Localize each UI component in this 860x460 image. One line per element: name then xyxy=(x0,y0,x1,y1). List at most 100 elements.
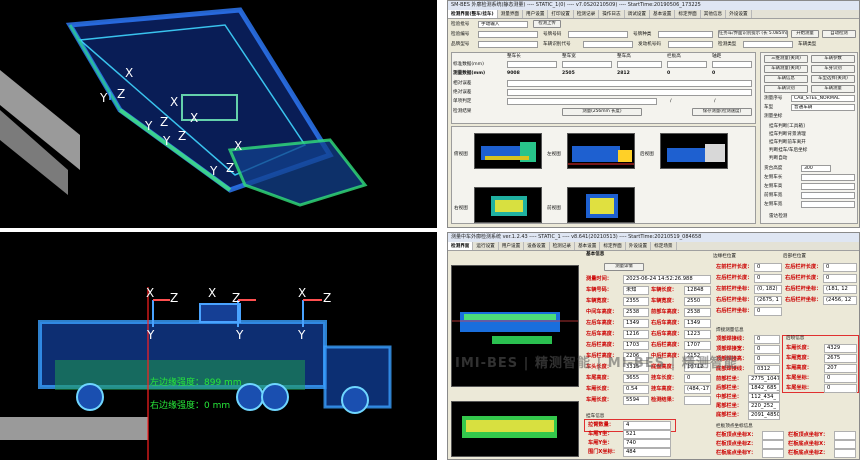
rear-rail-value: 0 xyxy=(823,274,857,283)
body-identify-button[interactable]: 车身识别 xyxy=(811,65,855,73)
tab-detect[interactable]: 检测界面 xyxy=(448,242,474,250)
auto-detect-button[interactable]: 自动检测 xyxy=(822,30,856,38)
side-height-field[interactable] xyxy=(801,183,855,190)
tab-peripheral[interactable]: 外设设置 xyxy=(626,242,652,250)
tab-basic[interactable]: 基本设置 xyxy=(650,10,676,18)
row-label-result: 检测结果 xyxy=(453,109,472,114)
thumb-label-top: 俯视图 xyxy=(454,152,468,157)
row-key: 中间车高度： xyxy=(586,309,618,315)
tab-debug[interactable]: 调试设置 xyxy=(625,10,650,18)
tab-scene[interactable]: 标定场景 xyxy=(651,242,677,250)
screenshot-collage: X Y Z X Y Z X Y Z X Y Z X Z Y X Z Y X Z … xyxy=(0,0,860,460)
row-key: 车尾高度： xyxy=(586,375,612,381)
save-measure-button[interactable]: 保存测量(检测速度) xyxy=(692,108,752,116)
tab-measure[interactable]: 测量界面 xyxy=(498,10,524,18)
rear-spray-key: 车尾坐标： xyxy=(786,385,812,391)
measure-detail-button[interactable]: 测量详情 xyxy=(604,263,644,271)
checkbox-1[interactable]: 挂车判断[工具箱] xyxy=(769,123,805,130)
left-edge-readout: 左边缘强度：899 mm xyxy=(150,376,242,388)
model-select-button[interactable]: 车型选择(关闭) xyxy=(811,75,855,83)
checkbox-2[interactable]: 挂车判断背景清理 xyxy=(769,131,806,138)
cell xyxy=(712,61,752,68)
start-measure-button[interactable]: 开始测量 xyxy=(791,30,819,38)
engine-field[interactable] xyxy=(668,41,713,48)
side-len-field[interactable] xyxy=(801,174,855,181)
measure-length-button[interactable]: 测量(256mm 长度) xyxy=(562,108,642,116)
trailer-key: 车厢Y坐： xyxy=(588,431,613,437)
vehicle-identify-button[interactable]: 任务车/界面识别提示 (长 5.085m) xyxy=(718,30,788,38)
pointcloud-side-view[interactable]: X Z Y X Z Y X Z Y 左边缘强度：899 mm 右边缘强度：0 m… xyxy=(0,232,437,460)
thumb-front-view[interactable] xyxy=(567,187,635,223)
checkbox-3[interactable]: 挂车判断前车离开 xyxy=(769,139,806,146)
rear-spray-key: 车厢高度： xyxy=(786,365,812,371)
brand-field[interactable] xyxy=(478,41,538,48)
tab-print[interactable]: 打印设置 xyxy=(548,10,574,18)
axis-x-label: X xyxy=(298,286,306,300)
thumb-label-rear: 后视图 xyxy=(640,152,654,157)
measure-no-label: 测量序号 xyxy=(764,96,783,101)
inspection-no-field[interactable] xyxy=(478,31,538,38)
model-field[interactable]: CAB_STEE_NORMAL xyxy=(791,95,855,102)
vin-label: 车辆识别代号 xyxy=(543,42,571,47)
plate-type-field[interactable] xyxy=(658,31,713,38)
pointcloud-perspective-view[interactable]: X Y Z X Y Z X Y Z X Y Z xyxy=(0,0,437,228)
edge-rail-header: 边缘栏位置 xyxy=(713,254,736,259)
tab-detection[interactable]: 检测界面(整车/挂车) xyxy=(448,10,498,18)
edge-rail-key: 左后栏杆长度： xyxy=(716,275,753,281)
detect-type-field[interactable] xyxy=(743,41,793,48)
rail-vertex-key: 栏板顶点坐标Z： xyxy=(716,441,757,447)
row-label-measured: 测量数据(mm) xyxy=(453,71,486,76)
rear-rail-key: 右后栏杆坐标： xyxy=(785,297,822,303)
thumb-right-view[interactable] xyxy=(474,187,542,223)
tab-user[interactable]: 用户设置 xyxy=(523,10,549,18)
tab-records[interactable]: 检测记录 xyxy=(574,10,600,18)
rear-rail-key: 右后栏杆长度： xyxy=(785,275,822,281)
tab-calibrate[interactable]: 标定界面 xyxy=(675,10,701,18)
upload-button[interactable]: 检测上传 xyxy=(533,20,561,28)
vin-field[interactable] xyxy=(583,41,633,48)
checkbox-5[interactable]: 判断自动 xyxy=(769,155,787,162)
thumb-left-view[interactable] xyxy=(567,133,635,169)
plate-no-field[interactable] xyxy=(568,31,628,38)
tab-device[interactable]: 设备设置 xyxy=(524,242,550,250)
row-key-2: 右后车高度： xyxy=(651,331,683,337)
detection-content: 检验批号 手动输入 检测上传 检验编号 号牌号码 号牌种类 任务车/界面识别提示… xyxy=(448,19,859,227)
vehicle-measure-button[interactable]: 车辆测量(关闭) xyxy=(764,65,808,73)
3d-measure-button[interactable]: 三维测量(关闭) xyxy=(764,55,808,63)
tab-record[interactable]: 检测记录 xyxy=(550,242,575,250)
tab-log[interactable]: 操作日志 xyxy=(599,10,625,18)
weld-value: 0 xyxy=(754,355,780,364)
trailer-value: 740 xyxy=(623,439,671,448)
weld-value: 0312 xyxy=(754,365,780,374)
checkbox-6[interactable]: 雷达检测 xyxy=(769,213,787,220)
tab-user[interactable]: 用户设置 xyxy=(499,242,525,250)
type-select[interactable]: 普通车辆 xyxy=(791,104,855,111)
row-key: 车辆宽度： xyxy=(586,298,612,304)
vehicle-params-button[interactable]: 车辆参数 xyxy=(811,55,855,63)
row-value: 2355 xyxy=(623,297,649,306)
batch-select[interactable]: 手动输入 xyxy=(478,21,528,28)
vehicle-info-button[interactable]: 车辆信息 xyxy=(764,75,808,83)
basic-info-title: 基本信息 xyxy=(586,252,605,257)
deck-height-field[interactable]: 300 xyxy=(801,165,831,172)
left-width-field[interactable] xyxy=(801,201,855,208)
rail-vertex-value xyxy=(834,440,856,449)
plate-type-label: 号牌种类 xyxy=(633,32,652,37)
thumb-rear-view[interactable] xyxy=(660,133,728,169)
axis-x-label: X xyxy=(208,286,216,300)
checkbox-4[interactable]: 判断挂车/车后坐标 xyxy=(769,147,807,154)
preview-bottom[interactable] xyxy=(451,401,579,457)
coord-label: 测量坐标 xyxy=(764,114,783,119)
tab-run[interactable]: 运行设置 xyxy=(473,242,499,250)
row-label-judge: 单项判定 xyxy=(453,99,472,104)
tab-basic[interactable]: 基本设置 xyxy=(575,242,601,250)
front-width-field[interactable] xyxy=(801,192,855,199)
tab-calib[interactable]: 标定界面 xyxy=(600,242,626,250)
vehicle-measure-2-button[interactable]: 车辆测量 xyxy=(811,85,855,93)
tab-other[interactable]: 其他信息 xyxy=(701,10,727,18)
row-key-2: 挂车长度： xyxy=(651,375,677,381)
thumb-top-view[interactable] xyxy=(474,133,542,169)
vehicle-recog-button[interactable]: 车辆识别 xyxy=(764,85,808,93)
tab-peripheral[interactable]: 外设设置 xyxy=(726,10,752,18)
rear-rail-key: 右后栏杆坐标： xyxy=(785,286,822,292)
